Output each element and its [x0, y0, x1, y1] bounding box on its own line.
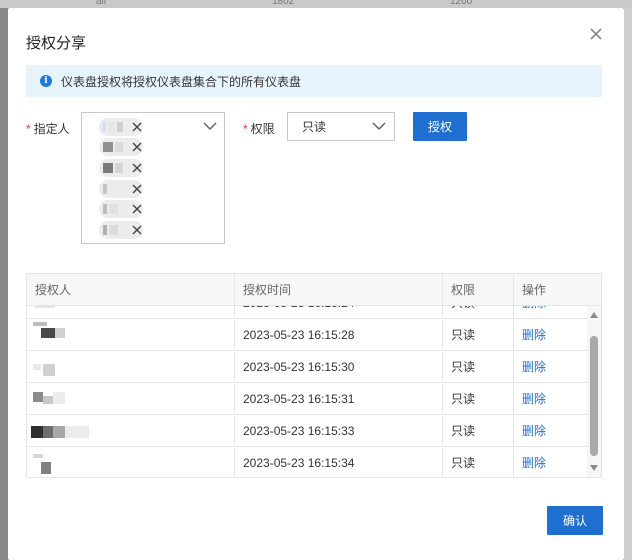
user-tag-text	[103, 162, 129, 174]
selected-user-tag	[99, 221, 143, 239]
delete-link[interactable]: 删除	[514, 306, 587, 319]
column-header-action: 操作	[522, 283, 547, 297]
table-row: 2023-05-23 16:15:30 只读 删除	[27, 352, 587, 383]
time-cell: 2023-05-23 16:15:28	[235, 320, 443, 351]
grantee-cell	[27, 416, 235, 447]
close-icon[interactable]	[131, 183, 143, 195]
selected-user-tag	[99, 138, 143, 156]
permission-cell: 只读	[443, 320, 514, 351]
assignee-label: * 指定人	[26, 122, 70, 136]
close-icon[interactable]	[131, 224, 143, 236]
background-fragment: 1200	[450, 0, 473, 7]
assignee-multiselect[interactable]	[81, 112, 225, 244]
permission-cell: 只读	[443, 448, 514, 477]
table-row: 2023-05-23 16:15:33 只读 删除	[27, 416, 587, 447]
selected-user-tag	[99, 118, 143, 136]
permission-cell: 只读	[443, 306, 514, 319]
column-header-time: 授权时间	[235, 274, 443, 306]
table-row: 2023-05-23 16:15:24 只读 删除	[27, 306, 587, 319]
delete-link[interactable]: 删除	[514, 352, 587, 383]
time-cell: 2023-05-23 16:15:30	[235, 352, 443, 383]
time-cell: 2023-05-23 16:15:34	[235, 448, 443, 477]
permission-cell: 只读	[443, 352, 514, 383]
grantee-cell	[27, 448, 235, 477]
table-body: 2023-05-23 16:15:24 只读 删除 2023-05-23 16:…	[27, 306, 587, 477]
required-mark: *	[26, 122, 31, 136]
user-tag-text	[103, 121, 129, 133]
info-notice: i 仪表盘授权将授权仪表盘集合下的所有仪表盘	[26, 65, 602, 97]
close-icon[interactable]	[131, 121, 143, 133]
authorization-table: 授权人 授权时间 权限 操作 2023-05-23 16:15:24 只读 删除…	[26, 273, 602, 478]
background-fragment: all	[96, 0, 107, 7]
grantee-cell	[27, 384, 235, 415]
user-tag-text	[103, 183, 129, 195]
delete-link[interactable]: 删除	[514, 416, 587, 447]
delete-link[interactable]: 删除	[514, 384, 587, 415]
required-mark: *	[243, 122, 248, 136]
delete-link[interactable]: 删除	[514, 320, 587, 351]
background-fragment: 1802	[272, 0, 295, 7]
permission-value: 只读	[302, 120, 327, 134]
selected-user-tag	[99, 200, 143, 218]
permission-cell: 只读	[443, 384, 514, 415]
dialog-title: 授权分享	[26, 35, 87, 52]
share-dialog: 授权分享 i 仪表盘授权将授权仪表盘集合下的所有仪表盘 * 指定人 * 权限 只…	[8, 8, 624, 560]
table-header: 授权人 授权时间 权限 操作	[27, 274, 601, 306]
close-icon[interactable]	[131, 162, 143, 174]
table-row: 2023-05-23 16:15:34 只读 删除	[27, 448, 587, 477]
user-tag-text	[103, 203, 129, 215]
delete-link[interactable]: 删除	[514, 448, 587, 477]
table-row: 2023-05-23 16:15:28 只读 删除	[27, 320, 587, 351]
notice-text: 仪表盘授权将授权仪表盘集合下的所有仪表盘	[61, 74, 302, 89]
authorize-button[interactable]: 授权	[413, 112, 467, 141]
background-page-strip: all 1802 1200	[0, 0, 632, 8]
permission-cell: 只读	[443, 416, 514, 447]
close-icon[interactable]	[131, 141, 143, 153]
time-cell: 2023-05-23 16:15:24	[235, 306, 443, 319]
grantee-cell	[27, 320, 235, 351]
scroll-up-arrow-icon[interactable]	[590, 312, 598, 318]
close-icon[interactable]	[131, 203, 143, 215]
permission-label: * 权限	[243, 122, 275, 136]
time-cell: 2023-05-23 16:15:33	[235, 416, 443, 447]
scrollbar-thumb[interactable]	[590, 336, 598, 456]
confirm-button[interactable]: 确认	[547, 506, 603, 535]
table-scrollbar[interactable]	[587, 306, 601, 477]
table-row: 2023-05-23 16:15:31 只读 删除	[27, 384, 587, 415]
user-tag-text	[103, 224, 129, 236]
grantee-cell	[27, 352, 235, 383]
time-cell: 2023-05-23 16:15:31	[235, 384, 443, 415]
background-page-edge	[624, 8, 632, 560]
selected-user-tag	[99, 180, 143, 198]
grantee-cell	[27, 306, 235, 319]
close-icon[interactable]	[588, 26, 604, 42]
column-header-permission: 权限	[443, 274, 514, 306]
scroll-down-arrow-icon[interactable]	[590, 465, 598, 471]
chevron-down-icon[interactable]	[203, 120, 217, 134]
permission-select[interactable]: 只读	[287, 112, 395, 141]
chevron-down-icon	[372, 120, 386, 134]
user-tag-text	[103, 141, 129, 153]
selected-user-tag	[99, 159, 143, 177]
info-icon: i	[40, 75, 52, 87]
column-header-grantee: 授权人	[27, 274, 235, 306]
